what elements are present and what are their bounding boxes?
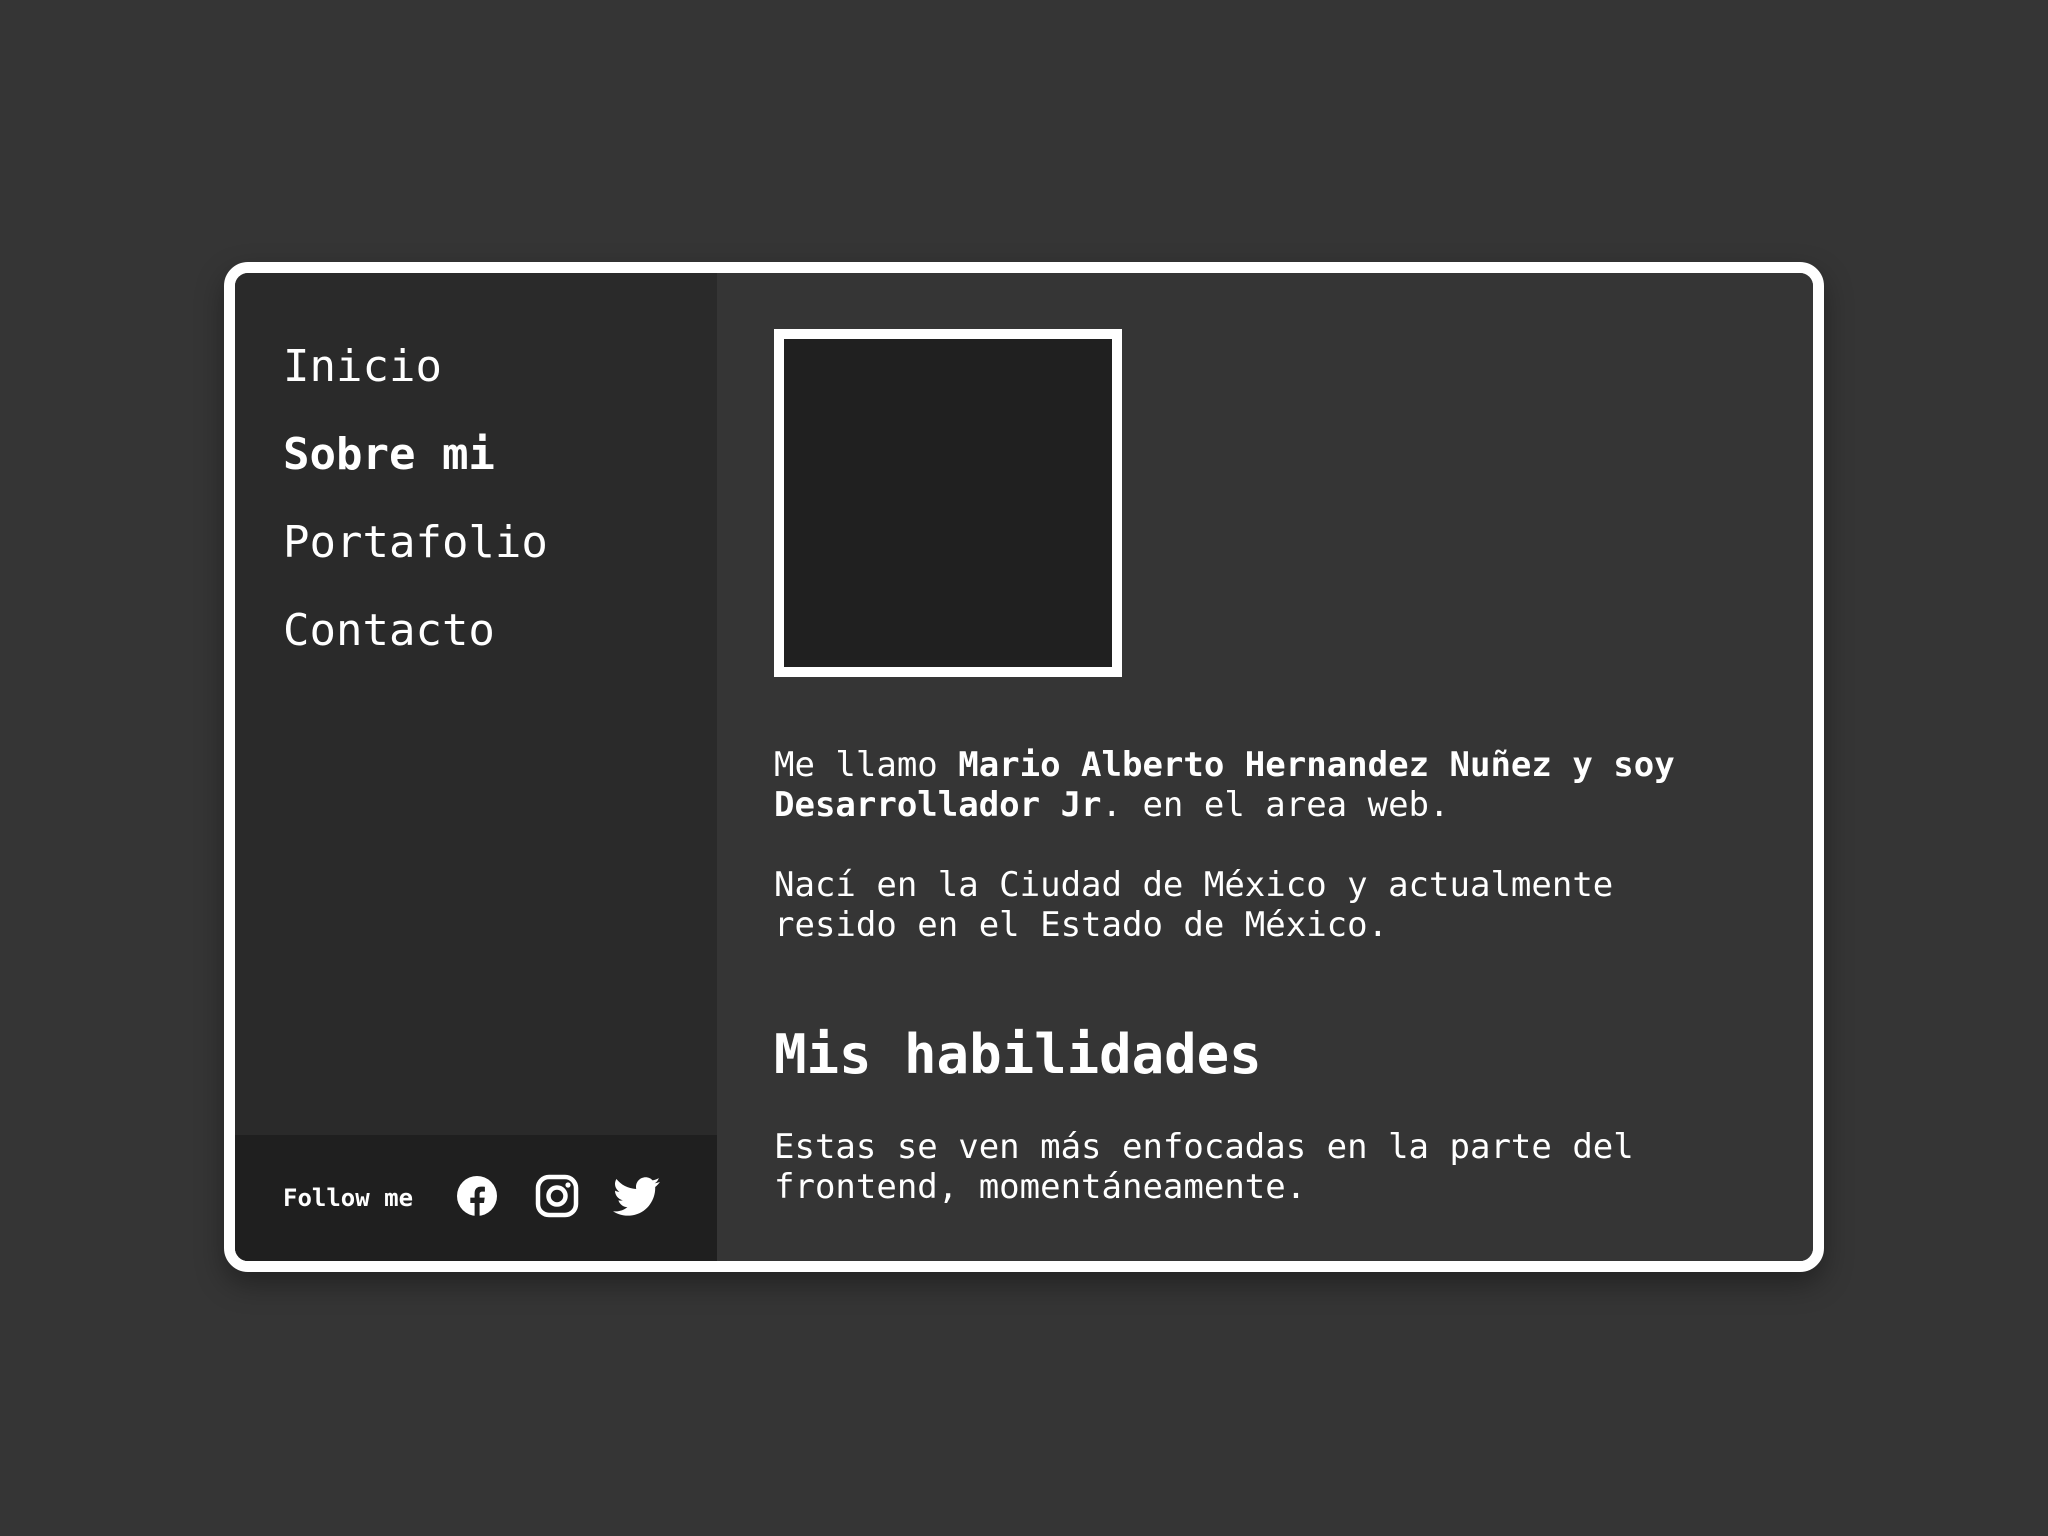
skills-heading: Mis habilidades bbox=[774, 1023, 1262, 1086]
instagram-icon[interactable] bbox=[533, 1172, 581, 1220]
follow-label: Follow me bbox=[283, 1184, 414, 1212]
main-content: Me llamo Mario Alberto Hernandez Nuñez y… bbox=[717, 273, 1813, 1261]
nav-item-inicio[interactable]: Inicio bbox=[283, 345, 548, 433]
social-footer: Follow me bbox=[235, 1135, 717, 1261]
intro-paragraph: Me llamo Mario Alberto Hernandez Nuñez y… bbox=[774, 745, 1754, 825]
nav-item-contacto[interactable]: Contacto bbox=[283, 609, 548, 697]
intro-suffix: . en el area web. bbox=[1101, 785, 1450, 825]
profile-photo bbox=[774, 329, 1122, 677]
origin-paragraph: Nací en la Ciudad de México y actualment… bbox=[774, 865, 1614, 945]
skills-paragraph: Estas se ven más enfocadas en la parte d… bbox=[774, 1127, 1634, 1207]
twitter-icon[interactable] bbox=[613, 1172, 661, 1220]
nav-item-portafolio[interactable]: Portafolio bbox=[283, 521, 548, 609]
profile-card: Inicio Sobre mi Portafolio Contacto Foll… bbox=[224, 262, 1824, 1272]
facebook-icon[interactable] bbox=[453, 1172, 501, 1220]
sidebar: Inicio Sobre mi Portafolio Contacto Foll… bbox=[235, 273, 717, 1261]
main-nav: Inicio Sobre mi Portafolio Contacto bbox=[283, 345, 548, 697]
nav-item-sobre-mi[interactable]: Sobre mi bbox=[283, 433, 548, 521]
intro-prefix: Me llamo bbox=[774, 745, 959, 785]
